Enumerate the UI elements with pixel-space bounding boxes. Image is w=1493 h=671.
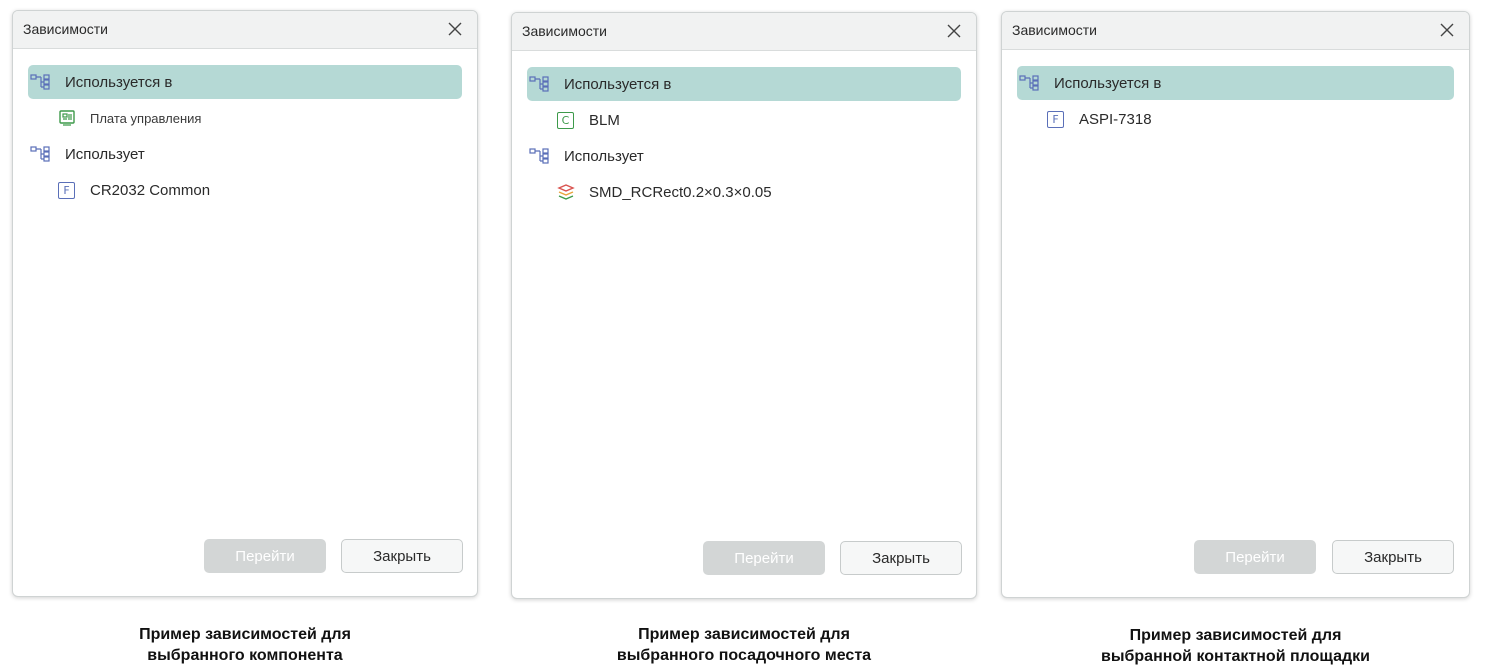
caption-line: выбранного компонента	[147, 647, 343, 664]
tree-group-label: Используется в	[1054, 74, 1162, 92]
dependencies-dialog-component: Зависимости Используется в Плата управле…	[12, 10, 478, 597]
tree-group-label: Использует	[65, 145, 145, 163]
tree-item-footprint[interactable]: F ASPI-7318	[1017, 102, 1454, 136]
tree-item-label: ASPI-7318	[1079, 110, 1152, 128]
tree-group-label: Используется в	[65, 73, 173, 91]
caption-line: выбранной контактной площадки	[1101, 648, 1370, 665]
dependency-tree-icon	[1019, 75, 1039, 91]
tree-group-used-in[interactable]: Используется в	[28, 65, 462, 99]
tree-item-pad-stack[interactable]: SMD_RCRect0.2×0.3×0.05	[527, 175, 961, 209]
close-button[interactable]: Закрыть	[1332, 540, 1454, 574]
go-button[interactable]: Перейти	[1194, 540, 1316, 574]
dialog-title: Зависимости	[1012, 22, 1097, 38]
footprint-f-icon: F	[58, 181, 75, 199]
close-button[interactable]: Закрыть	[840, 541, 962, 575]
tree-item-label: Плата управления	[90, 110, 202, 126]
tree-item-component[interactable]: C BLM	[527, 103, 961, 137]
dialog-titlebar: Зависимости	[512, 13, 976, 51]
close-icon[interactable]	[445, 19, 465, 39]
dialog-title: Зависимости	[23, 21, 108, 37]
dialog-titlebar: Зависимости	[1002, 12, 1469, 50]
tree-item-footprint[interactable]: F CR2032 Common	[28, 173, 462, 207]
dependency-tree-icon	[529, 148, 549, 164]
component-c-icon: C	[557, 111, 574, 129]
caption-line: Пример зависимостей для	[139, 626, 351, 643]
dependency-tree-icon	[30, 146, 50, 162]
dependencies-dialog-pad: Зависимости Используется в F ASPI-7318 П…	[1001, 11, 1470, 598]
pad-stack-icon	[557, 184, 575, 200]
tree-group-uses[interactable]: Использует	[527, 139, 961, 173]
tree-item-label: BLM	[589, 111, 620, 129]
caption-footprint: Пример зависимостей для выбранного посад…	[511, 624, 977, 666]
tree-item-board[interactable]: Плата управления	[28, 101, 462, 135]
close-icon[interactable]	[1437, 20, 1457, 40]
caption-component: Пример зависимостей для выбранного компо…	[12, 624, 478, 666]
dependency-tree-icon	[30, 74, 50, 90]
tree-item-label: CR2032 Common	[90, 181, 211, 199]
tree-group-used-in[interactable]: Используется в	[527, 67, 961, 101]
tree-group-used-in[interactable]: Используется в	[1017, 66, 1454, 100]
close-icon[interactable]	[944, 21, 964, 41]
tree-group-label: Использует	[564, 147, 644, 165]
dependencies-dialog-footprint: Зависимости Используется в C BLM Использ…	[511, 12, 977, 599]
dependency-tree: Используется в F ASPI-7318	[1017, 66, 1454, 138]
caption-line: Пример зависимостей для	[638, 626, 850, 643]
dependency-tree: Используется в C BLM Использует SMD_RCRe…	[527, 67, 961, 211]
footprint-f-icon: F	[1047, 110, 1064, 128]
tree-group-label: Используется в	[564, 75, 672, 93]
caption-line: Пример зависимостей для	[1129, 627, 1342, 644]
go-button[interactable]: Перейти	[703, 541, 825, 575]
board-icon	[59, 110, 75, 126]
dialog-titlebar: Зависимости	[13, 11, 477, 49]
caption-pad: Пример зависимостей для выбранной контак…	[1001, 625, 1470, 667]
close-button[interactable]: Закрыть	[341, 539, 463, 573]
tree-group-uses[interactable]: Использует	[28, 137, 462, 171]
caption-line: выбранного посадочного места	[616, 647, 872, 664]
dependency-tree-icon	[529, 76, 549, 92]
dialog-title: Зависимости	[522, 23, 607, 39]
go-button[interactable]: Перейти	[204, 539, 326, 573]
dependency-tree: Используется в Плата управления Использу…	[28, 65, 462, 209]
tree-item-label: SMD_RCRect0.2×0.3×0.05	[589, 183, 772, 201]
